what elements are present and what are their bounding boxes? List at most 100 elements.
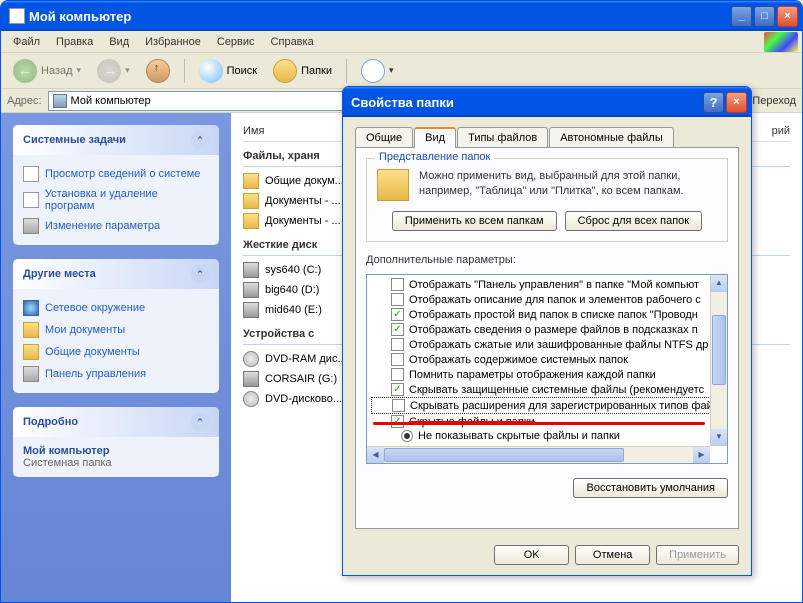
- place-shared[interactable]: Общие документы: [23, 341, 209, 363]
- search-button[interactable]: Поиск: [193, 55, 263, 87]
- tab-filetypes[interactable]: Типы файлов: [457, 127, 548, 148]
- place-network[interactable]: Сетевое окружение: [23, 297, 209, 319]
- cancel-button[interactable]: Отмена: [575, 545, 650, 565]
- advanced-label: Дополнительные параметры:: [366, 254, 728, 266]
- tree-item[interactable]: Отображать простой вид папок в списке па…: [371, 307, 723, 322]
- address-label: Адрес:: [7, 95, 42, 107]
- tree-item-label: Отображать сведения о размере файлов в п…: [409, 324, 698, 336]
- menu-help[interactable]: Справка: [263, 34, 322, 50]
- scroll-down-icon[interactable]: ▼: [711, 429, 727, 446]
- panel-header[interactable]: Другие места⌃: [13, 259, 219, 289]
- folder-icon: [273, 59, 297, 83]
- scroll-up-icon[interactable]: ▲: [711, 275, 727, 292]
- advanced-settings-tree[interactable]: Отображать "Панель управления" в папке "…: [366, 274, 728, 464]
- tree-item-label: Скрывать расширения для зарегистрированн…: [410, 400, 728, 412]
- forward-button[interactable]: ▾: [91, 55, 136, 87]
- views-button[interactable]: ▾: [355, 55, 400, 87]
- panel-header[interactable]: Системные задачи⌃: [13, 125, 219, 155]
- tab-view[interactable]: Вид: [414, 127, 456, 148]
- other-places-panel: Другие места⌃ Сетевое окружение Мои доку…: [13, 259, 219, 393]
- menu-tools[interactable]: Сервис: [209, 34, 263, 50]
- checkbox-icon[interactable]: [391, 383, 404, 396]
- chevron-up-icon[interactable]: ⌃: [191, 131, 209, 149]
- radio-icon[interactable]: [401, 430, 413, 442]
- folder-icon: [243, 173, 259, 189]
- task-change-setting[interactable]: Изменение параметра: [23, 215, 209, 237]
- details-type: Системная папка: [23, 457, 209, 469]
- network-icon: [23, 300, 39, 316]
- checkbox-icon[interactable]: [391, 293, 404, 306]
- checkbox-icon[interactable]: [392, 399, 405, 412]
- scrollbar-horizontal[interactable]: ◀▶: [367, 446, 710, 463]
- tree-item[interactable]: Отображать "Панель управления" в папке "…: [371, 277, 723, 292]
- dialog-title-bar[interactable]: Свойства папки ? ×: [343, 87, 751, 117]
- computer-icon: [9, 8, 25, 24]
- up-button[interactable]: [140, 55, 176, 87]
- tree-item-label: Отображать сжатые или зашифрованные файл…: [409, 339, 708, 351]
- tree-item[interactable]: Скрывать расширения для зарегистрированн…: [371, 397, 723, 414]
- chevron-up-icon[interactable]: ⌃: [191, 413, 209, 431]
- details-name: Мой компьютер: [23, 445, 209, 457]
- menu-view[interactable]: Вид: [101, 34, 137, 50]
- col-other[interactable]: рий: [772, 125, 790, 137]
- tree-item[interactable]: Отображать сжатые или зашифрованные файл…: [371, 337, 723, 352]
- scroll-left-icon[interactable]: ◀: [367, 447, 384, 463]
- panel-header[interactable]: Подробно⌃: [13, 407, 219, 437]
- explorer-title-bar[interactable]: Мой компьютер _ □ ×: [1, 1, 802, 31]
- scroll-right-icon[interactable]: ▶: [693, 447, 710, 463]
- dialog-title: Свойства папки: [351, 95, 703, 110]
- task-add-remove[interactable]: Установка и удаление программ: [23, 185, 209, 215]
- minimize-button[interactable]: _: [731, 6, 752, 27]
- menu-file[interactable]: Файл: [5, 34, 48, 50]
- tree-item[interactable]: Помнить параметры отображения каждой пап…: [371, 367, 723, 382]
- chevron-down-icon: ▾: [125, 65, 130, 76]
- close-button[interactable]: ×: [777, 6, 798, 27]
- checkbox-icon[interactable]: [391, 338, 404, 351]
- folder-up-icon: [146, 59, 170, 83]
- drive-icon: [243, 262, 259, 278]
- sidebar: Системные задачи⌃ Просмотр сведений о си…: [1, 113, 231, 602]
- checkbox-icon[interactable]: [391, 323, 404, 336]
- reset-all-folders-button[interactable]: Сброс для всех папок: [565, 211, 703, 231]
- menu-favorites[interactable]: Избранное: [137, 34, 209, 50]
- address-value: Мой компьютер: [71, 95, 151, 107]
- task-system-info[interactable]: Просмотр сведений о системе: [23, 163, 209, 185]
- tree-item[interactable]: Не показывать скрытые файлы и папки: [371, 429, 723, 443]
- checkbox-icon[interactable]: [391, 308, 404, 321]
- tree-item[interactable]: Отображать сведения о размере файлов в п…: [371, 322, 723, 337]
- checkbox-icon[interactable]: [391, 368, 404, 381]
- tab-offline[interactable]: Автономные файлы: [549, 127, 674, 148]
- tabs: Общие Вид Типы файлов Автономные файлы: [355, 127, 739, 148]
- maximize-button[interactable]: □: [754, 6, 775, 27]
- programs-icon: [23, 192, 39, 208]
- ok-button[interactable]: OK: [494, 545, 569, 565]
- help-button[interactable]: ?: [703, 92, 724, 113]
- apply-button[interactable]: Применить: [656, 545, 739, 565]
- scrollbar-thumb[interactable]: [712, 315, 726, 385]
- place-mydocs[interactable]: Мои документы: [23, 319, 209, 341]
- tree-item[interactable]: Скрывать защищенные системные файлы (рек…: [371, 382, 723, 397]
- drive-icon: [243, 302, 259, 318]
- scrollbar-vertical[interactable]: ▲▼: [710, 275, 727, 446]
- tree-item[interactable]: Отображать содержимое системных папок: [371, 352, 723, 367]
- checkbox-icon[interactable]: [391, 353, 404, 366]
- tab-general[interactable]: Общие: [355, 127, 413, 148]
- checkbox-icon[interactable]: [391, 278, 404, 291]
- apply-all-folders-button[interactable]: Применить ко всем папкам: [392, 211, 557, 231]
- place-controlpanel[interactable]: Панель управления: [23, 363, 209, 385]
- tree-item[interactable]: Отображать описание для папок и элементо…: [371, 292, 723, 307]
- toolbar: Назад▾ ▾ Поиск Папки ▾: [1, 53, 802, 89]
- tree-item-label: Отображать простой вид папок в списке па…: [409, 309, 698, 321]
- folders-button[interactable]: Папки: [267, 55, 338, 87]
- dialog-close-button[interactable]: ×: [726, 92, 747, 113]
- folder-views-group: Представление папок Можно применить вид,…: [366, 158, 728, 242]
- tree-item-label: Отображать содержимое системных папок: [409, 354, 628, 366]
- menu-edit[interactable]: Правка: [48, 34, 101, 50]
- go-button[interactable]: Переход: [752, 95, 796, 107]
- scrollbar-thumb[interactable]: [384, 448, 624, 462]
- settings-icon: [23, 218, 39, 234]
- folder-icon: [243, 193, 259, 209]
- back-button[interactable]: Назад▾: [7, 55, 87, 87]
- restore-defaults-button[interactable]: Восстановить умолчания: [573, 478, 728, 498]
- chevron-up-icon[interactable]: ⌃: [191, 265, 209, 283]
